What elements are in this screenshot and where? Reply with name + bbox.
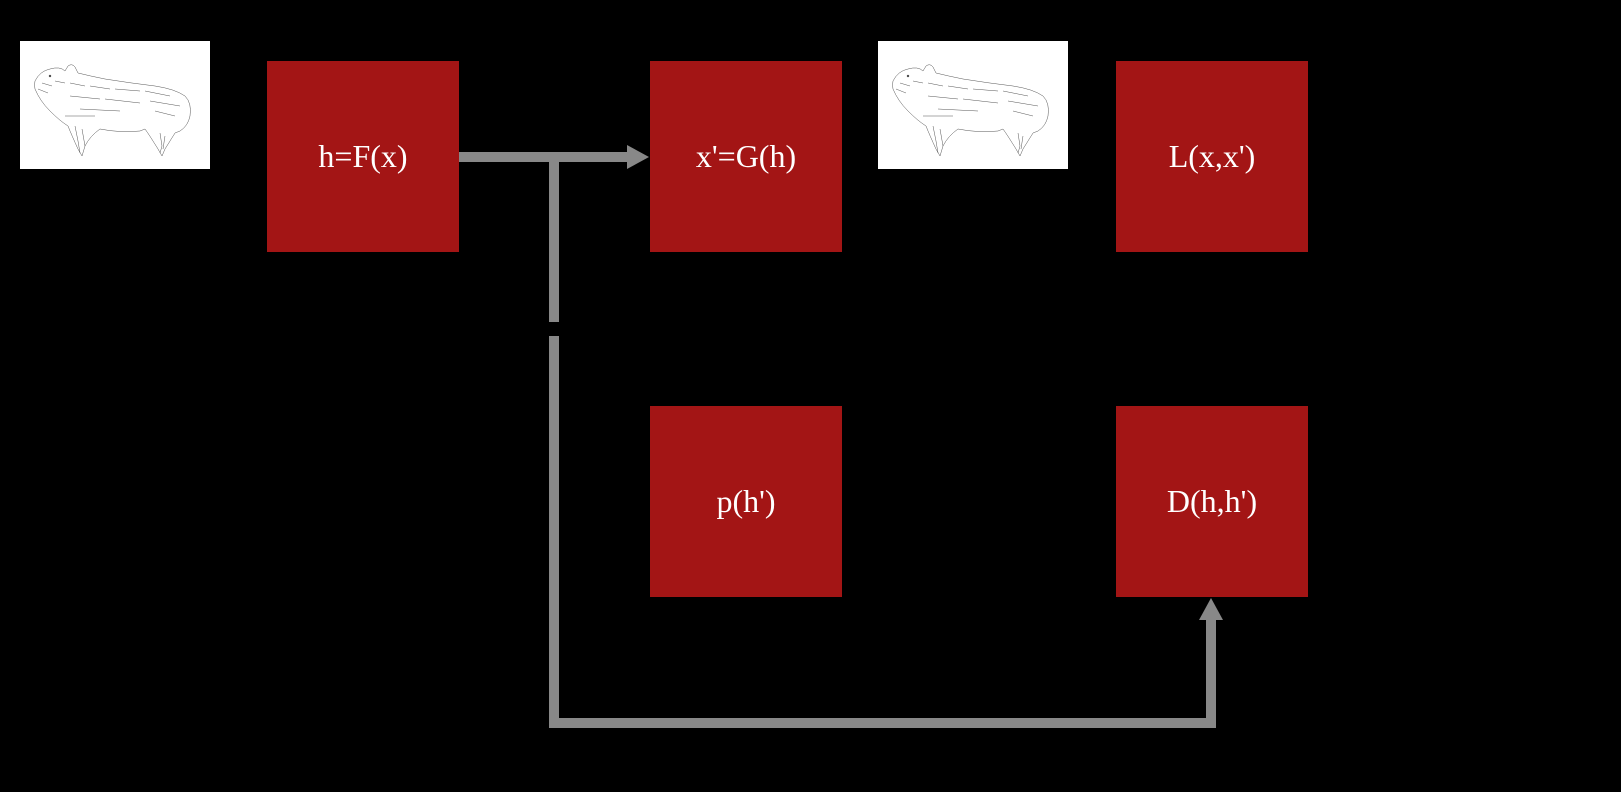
prior-box: p(h') [650, 406, 842, 597]
arrow-head-right-icon [627, 145, 649, 169]
arrow-head-up-icon [1199, 598, 1223, 620]
loss-label: L(x,x') [1169, 138, 1256, 175]
loss-box: L(x,x') [1116, 61, 1308, 252]
wolf-icon [20, 41, 210, 169]
encoder-box: h=F(x) [267, 61, 459, 252]
discriminator-label: D(h,h') [1167, 483, 1257, 520]
wolf-icon [878, 41, 1068, 169]
arrow-h-to-discriminator-horizontal [549, 718, 1206, 728]
prior-label: p(h') [716, 483, 775, 520]
encoder-label: h=F(x) [318, 138, 407, 175]
decoder-box: x'=G(h) [650, 61, 842, 252]
arrow-h-to-discriminator-vertical [549, 162, 559, 728]
arrow-h-to-discriminator-up [1206, 620, 1216, 728]
discriminator-box: D(h,h') [1116, 406, 1308, 597]
decoder-label: x'=G(h) [696, 138, 796, 175]
input-image [20, 41, 210, 169]
arrow-encoder-to-decoder [459, 152, 627, 162]
reconstruction-image [878, 41, 1068, 169]
line-gap [547, 322, 561, 336]
